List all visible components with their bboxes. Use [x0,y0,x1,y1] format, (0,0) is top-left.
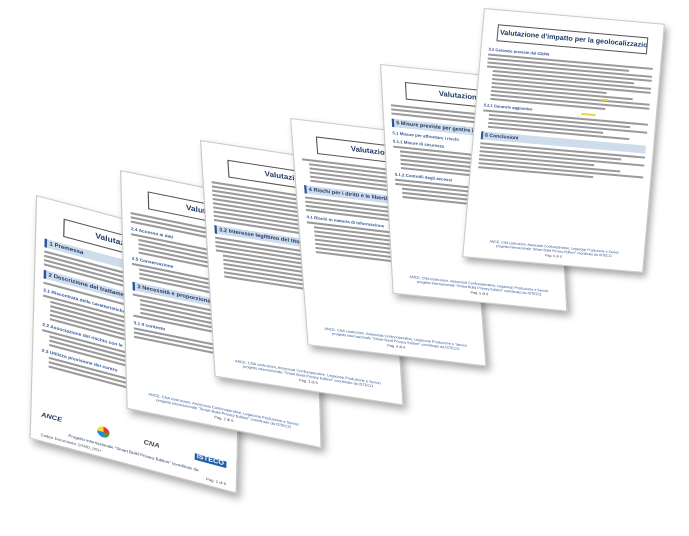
document-page-fan: Valutazione d'impatto 1 Premessa 2 Descr… [0,0,689,536]
partner-logo [96,424,110,439]
ance-logo: ANCE [41,412,62,425]
isteco-logo: ISTECO [194,453,227,469]
document-page-6: Valutazione d'impatto per la geolocalizz… [462,8,665,273]
cna-logo: CNA [143,439,160,451]
